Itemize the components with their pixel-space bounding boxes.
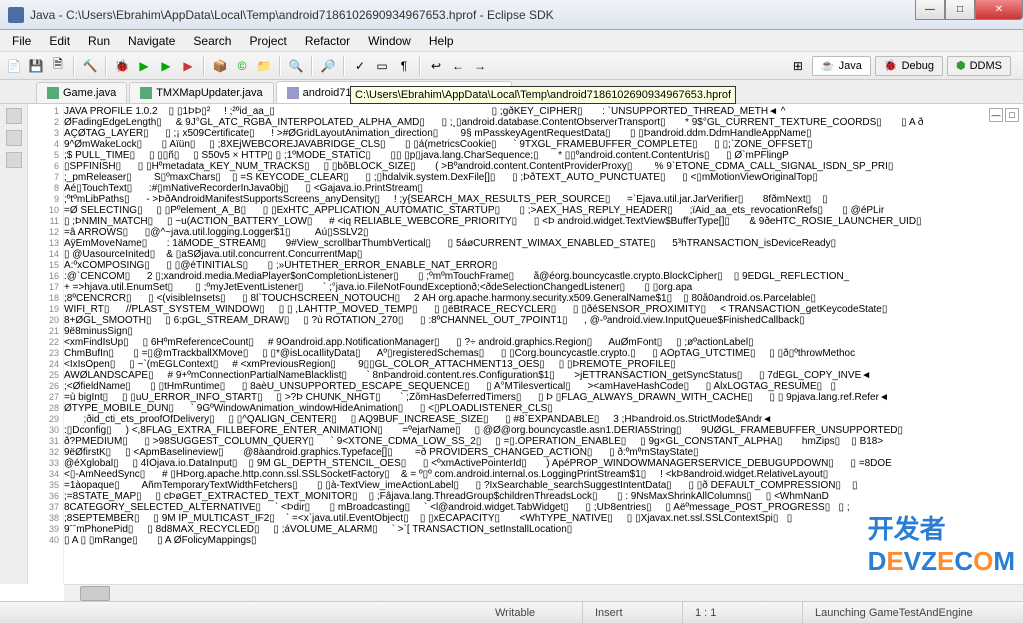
close-button[interactable]: ✕ (975, 0, 1023, 20)
build-button[interactable]: 🔨 (80, 56, 100, 76)
new-button[interactable]: 📄 (4, 56, 24, 76)
menu-run[interactable]: Run (80, 32, 118, 50)
status-writable: Writable (483, 602, 583, 623)
open-type-button[interactable]: 🔍 (286, 56, 306, 76)
last-edit-button[interactable]: ↩ (426, 56, 446, 76)
menu-file[interactable]: File (4, 32, 39, 50)
java-file-icon (140, 87, 152, 99)
package-explorer-icon[interactable] (6, 108, 22, 124)
menubar: File Edit Run Navigate Search Project Re… (0, 30, 1023, 52)
scrollbar-thumb[interactable] (80, 586, 110, 601)
code-editor[interactable]: JAVA PROFILE 1.0.2 ▯ ▯1ÞÞ▯² ! ;²ºid_aa_▯… (64, 104, 1023, 584)
perspective-ddms[interactable]: ⬢DDMS (947, 56, 1011, 76)
minimize-button[interactable]: — (915, 0, 945, 20)
new-folder-button[interactable]: 📁 (254, 56, 274, 76)
file-icon (287, 87, 299, 99)
horizontal-scrollbar[interactable] (64, 584, 1023, 601)
perspective-switcher: ⊞ ☕Java 🐞Debug ⬢DDMS (788, 56, 1019, 76)
menu-navigate[interactable]: Navigate (120, 32, 183, 50)
open-perspective-button[interactable]: ⊞ (788, 56, 808, 76)
navigator-icon[interactable] (6, 152, 22, 168)
toggle-mark-button[interactable]: ✓ (350, 56, 370, 76)
tab-tooltip: C:\Users\Ebrahim\AppData\Local\Temp\andr… (350, 86, 736, 104)
save-button[interactable]: 💾 (26, 56, 46, 76)
toggle-block-button[interactable]: ▭ (372, 56, 392, 76)
status-spacer (0, 602, 483, 623)
status-position: 1 : 1 (683, 602, 803, 623)
save-all-button[interactable]: 🗎 (48, 56, 68, 76)
status-bar: Writable Insert 1 : 1 Launching GameTest… (0, 601, 1023, 623)
status-task: Launching GameTestAndEngine (803, 602, 1023, 623)
menu-project[interactable]: Project (241, 32, 294, 50)
menu-search[interactable]: Search (185, 32, 239, 50)
menu-refactor[interactable]: Refactor (297, 32, 358, 50)
perspective-java[interactable]: ☕Java (812, 56, 871, 76)
new-class-button[interactable]: © (232, 56, 252, 76)
menu-help[interactable]: Help (421, 32, 462, 50)
left-trim (0, 104, 28, 584)
window-title: Java - C:\Users\Ebrahim\AppData\Local\Te… (30, 8, 554, 22)
forward-button[interactable]: → (470, 56, 490, 76)
run-button[interactable]: ▶ (134, 56, 154, 76)
maximize-button[interactable]: □ (945, 0, 975, 20)
hierarchy-icon[interactable] (6, 130, 22, 146)
new-package-button[interactable]: 📦 (210, 56, 230, 76)
status-insert: Insert (583, 602, 683, 623)
perspective-debug[interactable]: 🐞Debug (875, 56, 943, 76)
menu-edit[interactable]: Edit (41, 32, 78, 50)
tab-game-java[interactable]: Game.java (36, 82, 127, 103)
show-whitespace-button[interactable]: ¶ (394, 56, 414, 76)
search-button[interactable]: 🔎 (318, 56, 338, 76)
java-file-icon (47, 87, 59, 99)
debug-button[interactable]: 🐞 (112, 56, 132, 76)
menu-window[interactable]: Window (360, 32, 419, 50)
editor-area: 1234567891011121314151617181920212223242… (0, 104, 1023, 584)
tab-tmxmapupdater-java[interactable]: TMXMapUpdater.java (129, 82, 273, 103)
titlebar: Java - C:\Users\Ebrahim\AppData\Local\Te… (0, 0, 1023, 30)
line-number-gutter: 1234567891011121314151617181920212223242… (28, 104, 64, 584)
toolbar: 📄 💾 🗎 🔨 🐞 ▶ ▶ ▶ 📦 © 📁 🔍 🔎 ✓ ▭ ¶ ↩ ← → ⊞ … (0, 52, 1023, 80)
back-button[interactable]: ← (448, 56, 468, 76)
window-controls: — □ ✕ (915, 0, 1023, 20)
external-tools-button[interactable]: ▶ (178, 56, 198, 76)
run-last-button[interactable]: ▶ (156, 56, 176, 76)
app-icon (8, 7, 24, 23)
